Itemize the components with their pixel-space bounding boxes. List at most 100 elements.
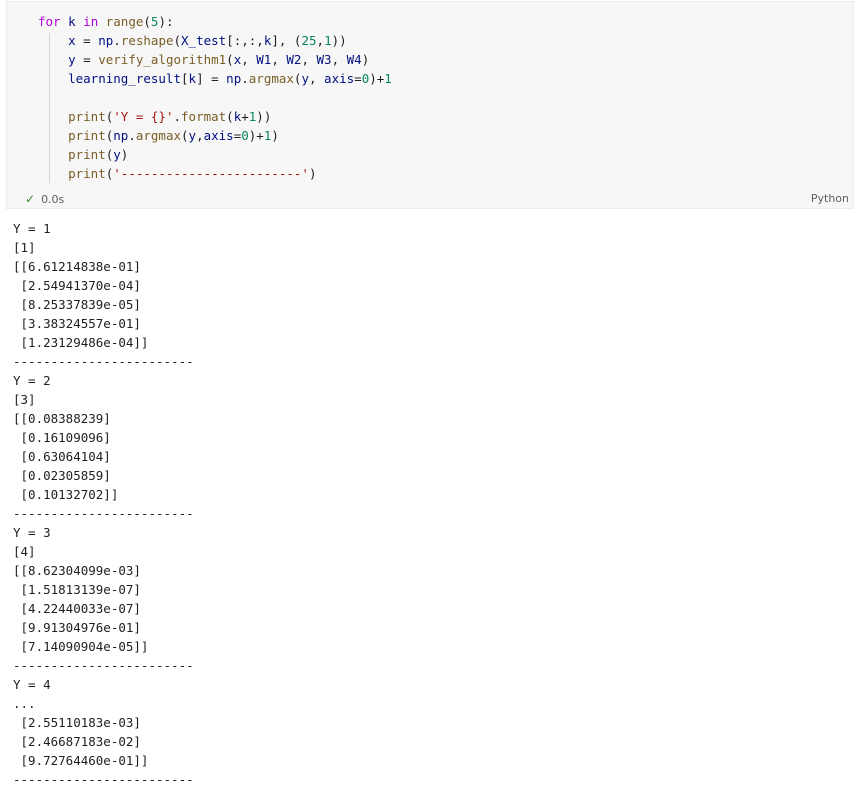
output-line: [0.16109096]: [13, 430, 111, 445]
code-token: X_test: [181, 33, 227, 48]
code-token: (: [143, 14, 151, 29]
code-token: in: [83, 14, 106, 29]
code-token: =: [83, 33, 99, 48]
code-token: reshape: [120, 33, 174, 48]
code-token: y: [113, 147, 121, 162]
output-line: [9.72764460e-01]]: [13, 753, 149, 768]
code-token: ):: [158, 14, 174, 29]
code-line: y = verify_algorithm1(x, W1, W2, W3, W4): [38, 50, 843, 69]
output-line: [[0.08388239]: [13, 411, 111, 426]
code-token: '------------------------': [113, 166, 309, 181]
code-token: ,: [196, 128, 204, 143]
output-line: Y = 2: [13, 373, 51, 388]
execution-time: 0.0s: [41, 192, 65, 206]
code-token: ,: [271, 52, 287, 67]
code-token: format: [181, 109, 227, 124]
code-token: ,: [331, 52, 347, 67]
output-line: [1]: [13, 240, 36, 255]
output-line: [2.55110183e-03]: [13, 715, 141, 730]
code-token: ,: [308, 71, 325, 86]
code-line: x = np.reshape(X_test[:,:,k], (25,1)): [38, 31, 843, 50]
output-line: Y = 3: [13, 525, 51, 540]
output-line: [4]: [13, 544, 36, 559]
code-token: print: [38, 166, 106, 181]
code-token: y: [301, 71, 309, 86]
code-token: W3: [316, 52, 332, 67]
code-line: print(y): [38, 145, 843, 164]
code-token: )+: [369, 71, 385, 86]
code-token: ], (: [271, 33, 302, 48]
check-icon: ✓: [25, 192, 36, 206]
code-token: 1: [384, 71, 392, 86]
output-line: [7.14090904e-05]]: [13, 639, 149, 654]
code-token: (: [226, 109, 234, 124]
code-token: =: [354, 71, 362, 86]
code-editor[interactable]: for k in range(5): x = np.reshape(X_test…: [38, 12, 843, 183]
output-line: [3.38324557e-01]: [13, 316, 141, 331]
code-token: =: [83, 52, 99, 67]
output-line: Y = 1: [13, 221, 51, 236]
code-token: k: [188, 71, 197, 86]
code-token: verify_algorithm1: [98, 52, 227, 67]
code-token: y: [188, 128, 197, 143]
code-token: .: [241, 71, 249, 86]
code-token: range: [105, 14, 144, 29]
output-line: [3]: [13, 392, 36, 407]
output-line: ------------------------: [13, 658, 194, 673]
output-line: [1.23129486e-04]]: [13, 335, 149, 350]
code-token: ): [308, 166, 317, 181]
code-token: 'Y = {}': [113, 109, 174, 124]
output-line: [[6.61214838e-01]: [13, 259, 141, 274]
code-token: axis: [324, 71, 355, 86]
code-token: np: [113, 128, 129, 143]
code-line: print('Y = {}'.format(k+1)): [38, 107, 843, 126]
code-token: ,: [241, 52, 257, 67]
code-token: np: [226, 71, 242, 86]
code-token: 25: [301, 33, 317, 48]
output-line: ------------------------: [13, 506, 194, 521]
output-line: ------------------------: [13, 772, 194, 787]
code-token: ): [361, 52, 370, 67]
output-line: [2.54941370e-04]: [13, 278, 141, 293]
output-line: Y = 4: [13, 677, 51, 692]
code-token: .: [128, 128, 136, 143]
code-token: axis: [203, 128, 234, 143]
output-line: [9.91304976e-01]: [13, 620, 141, 635]
code-token: ,: [316, 33, 325, 48]
code-token: [: [181, 71, 189, 86]
output-line: [4.22440033e-07]: [13, 601, 141, 616]
code-token: 0: [241, 128, 249, 143]
code-token: print: [38, 147, 106, 162]
code-token: W1: [256, 52, 272, 67]
output-line: [0.10132702]]: [13, 487, 119, 502]
output-line: ...: [13, 696, 36, 711]
code-token: (: [173, 33, 182, 48]
code-token: +: [241, 109, 249, 124]
code-token: (: [181, 128, 189, 143]
code-token: print: [38, 109, 106, 124]
code-token: learning_result: [38, 71, 181, 86]
code-token: ,: [301, 52, 317, 67]
output-line: [8.25337839e-05]: [13, 297, 141, 312]
code-token: ): [271, 128, 279, 143]
code-token: k: [68, 14, 84, 29]
execution-status: ✓ 0.0s: [25, 192, 64, 206]
language-indicator[interactable]: Python: [811, 192, 849, 205]
code-token: [:,:,: [226, 33, 264, 48]
code-line: learning_result[k] = np.argmax(y, axis=0…: [38, 69, 843, 88]
code-token: W4: [346, 52, 362, 67]
code-line: print('------------------------'): [38, 164, 843, 183]
code-cell[interactable]: for k in range(5): x = np.reshape(X_test…: [6, 1, 854, 209]
code-token: ): [120, 147, 129, 162]
code-token: argmax: [248, 71, 294, 86]
code-token: (: [226, 52, 234, 67]
code-token: )+: [248, 128, 264, 143]
code-line: for k in range(5):: [38, 12, 843, 31]
code-token: for: [38, 14, 69, 29]
output-line: [0.63064104]: [13, 449, 111, 464]
code-token: 1: [324, 33, 332, 48]
output-line: [2.46687183e-02]: [13, 734, 141, 749]
code-token: argmax: [135, 128, 182, 143]
code-token: )): [256, 109, 272, 124]
code-line: print(np.argmax(y,axis=0)+1): [38, 126, 843, 145]
